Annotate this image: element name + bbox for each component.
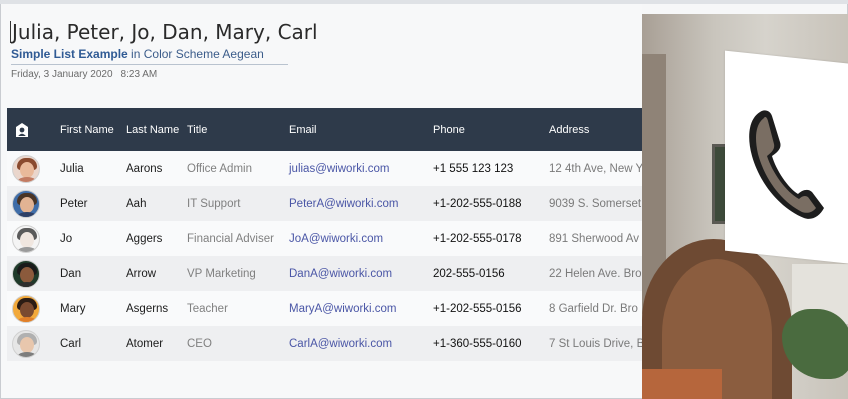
subtitle-bold: Simple List Example	[11, 47, 128, 61]
header-last-name[interactable]: Last Name	[123, 108, 184, 151]
contact-card-icon	[16, 122, 28, 137]
header-email[interactable]: Email	[286, 108, 430, 151]
last-name: Atomer	[126, 337, 164, 350]
avatar-cell	[7, 221, 57, 256]
address: 8 Garfield Dr. Bro	[549, 302, 638, 315]
phone: +1-360-555-0160	[433, 337, 522, 350]
table-row[interactable]: Peter Aah IT Support PeterA@wiworki.com …	[7, 186, 642, 221]
address: 7 St Louis Drive, B	[549, 337, 642, 350]
document-title[interactable]: Julia, Peter, Jo, Dan, Mary, Carl	[10, 20, 318, 44]
phone-icon	[749, 110, 824, 219]
header-address[interactable]: Address	[546, 108, 642, 151]
email-link[interactable]: JoA@wiworki.com	[286, 221, 430, 256]
contacts-table: First Name Last Name Title Email Phone A…	[7, 108, 642, 361]
table-header-row: First Name Last Name Title Email Phone A…	[7, 108, 642, 151]
header-first-name[interactable]: First Name	[57, 108, 123, 151]
email-link[interactable]: PeterA@wiworki.com	[286, 186, 430, 221]
first-name: Jo	[60, 232, 73, 245]
phone: +1 555 123 123	[433, 162, 514, 175]
address: 9039 S. Somerset	[549, 197, 642, 210]
phone: +1-202-555-0156	[433, 302, 522, 315]
avatar-cell	[7, 291, 57, 326]
document-date: Friday, 3 January 2020 8:23 AM	[11, 69, 165, 80]
header-contact	[7, 108, 57, 151]
job-title: Financial Adviser	[187, 232, 274, 245]
email-link[interactable]: MaryA@wiworki.com	[286, 291, 430, 326]
phone: +1-202-555-0178	[433, 232, 522, 245]
job-title: IT Support	[187, 197, 241, 210]
first-name: Dan	[60, 267, 82, 280]
subtitle-rest: in Color Scheme Aegean	[127, 47, 264, 61]
avatar-cell	[7, 256, 57, 291]
table-row[interactable]: Julia Aarons Office Admin julias@wiworki…	[7, 151, 642, 186]
last-name: Aggers	[126, 232, 163, 245]
table-row[interactable]: Dan Arrow VP Marketing DanA@wiworki.com …	[7, 256, 642, 291]
avatar-cell	[7, 186, 57, 221]
document-title-text: Julia, Peter, Jo, Dan, Mary, Carl	[12, 20, 318, 44]
document-subtitle: Simple List Example in Color Scheme Aege…	[11, 47, 264, 61]
phone: 202-555-0156	[433, 267, 505, 280]
time-text: 8:23 AM	[120, 69, 158, 80]
last-name: Aah	[126, 197, 147, 210]
date-text: Friday, 3 January 2020	[11, 69, 113, 80]
avatar-cell	[7, 326, 57, 361]
avatar	[12, 189, 40, 218]
header-phone[interactable]: Phone	[430, 108, 546, 151]
text-cursor	[10, 21, 11, 43]
job-title: Office Admin	[187, 162, 252, 175]
document-page: Julia, Peter, Jo, Dan, Mary, Carl Simple…	[1, 4, 642, 398]
last-name: Asgerns	[126, 302, 169, 315]
header-title[interactable]: Title	[184, 108, 286, 151]
avatar	[12, 294, 40, 323]
avatar	[12, 154, 40, 183]
table-row[interactable]: Carl Atomer CEO CarlA@wiworki.com +1-360…	[7, 326, 642, 361]
address: 12 4th Ave, New Y	[549, 162, 642, 175]
email-link[interactable]: julias@wiworki.com	[286, 151, 430, 186]
avatar	[12, 224, 40, 253]
table-row[interactable]: Jo Aggers Financial Adviser JoA@wiworki.…	[7, 221, 642, 256]
email-link[interactable]: DanA@wiworki.com	[286, 256, 430, 291]
table-row[interactable]: Mary Asgerns Teacher MaryA@wiworki.com +…	[7, 291, 642, 326]
avatar	[12, 329, 40, 358]
job-title: VP Marketing	[187, 267, 256, 280]
avatar-cell	[7, 151, 57, 186]
last-name: Arrow	[126, 267, 157, 280]
address: 22 Helen Ave. Bro	[549, 267, 642, 280]
avatar	[12, 259, 40, 288]
phone: +1-202-555-0188	[433, 197, 522, 210]
address: 891 Sherwood Av	[549, 232, 639, 245]
email-link[interactable]: CarlA@wiworki.com	[286, 326, 430, 361]
first-name: Mary	[60, 302, 86, 315]
last-name: Aarons	[126, 162, 163, 175]
first-name: Julia	[60, 162, 84, 175]
job-title: Teacher	[187, 302, 228, 315]
job-title: CEO	[187, 337, 212, 350]
first-name: Peter	[60, 197, 88, 210]
background-photo	[642, 14, 848, 399]
first-name: Carl	[60, 337, 82, 350]
subtitle-underline	[11, 64, 288, 65]
